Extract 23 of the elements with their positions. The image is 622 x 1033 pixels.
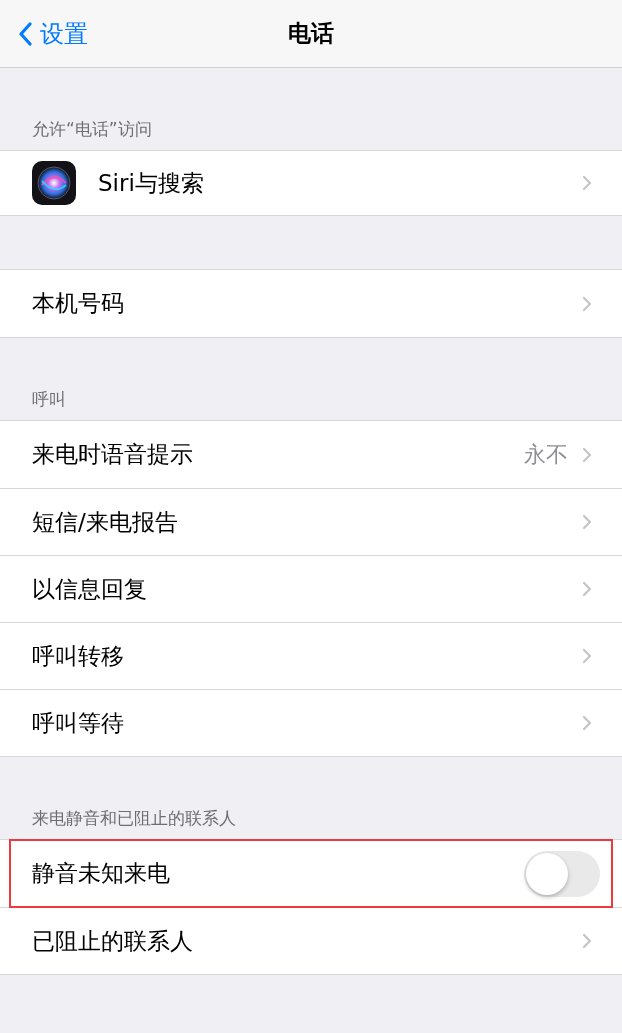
row-label: 以信息回复 <box>32 574 148 604</box>
siri-icon <box>32 161 76 205</box>
row-label: 呼叫转移 <box>32 641 125 671</box>
chevron-icon <box>582 581 592 597</box>
row-label: 来电时语音提示 <box>32 440 194 469</box>
toggle-switch[interactable] <box>524 850 600 897</box>
chevron-icon <box>582 715 592 731</box>
back-chevron-icon <box>18 22 32 46</box>
chevron-icon <box>582 175 592 191</box>
chevron-icon <box>582 446 592 463</box>
chevron-icon <box>582 514 592 530</box>
row-label: Siri与搜索 <box>98 168 205 198</box>
chevron-icon <box>582 648 592 664</box>
chevron-icon <box>582 295 592 312</box>
back-button[interactable]: 设置 <box>18 0 88 68</box>
row-label: 呼叫等待 <box>32 708 125 738</box>
row-label: 已阻止的联系人 <box>32 926 194 956</box>
row-label: 静音未知来电 <box>32 859 171 888</box>
chevron-icon <box>582 933 592 949</box>
row-value: 永不 <box>524 440 568 469</box>
row-label: 本机号码 <box>32 289 125 318</box>
screen-title: 电话 <box>288 19 334 48</box>
row-label: 短信/来电报告 <box>32 507 179 537</box>
